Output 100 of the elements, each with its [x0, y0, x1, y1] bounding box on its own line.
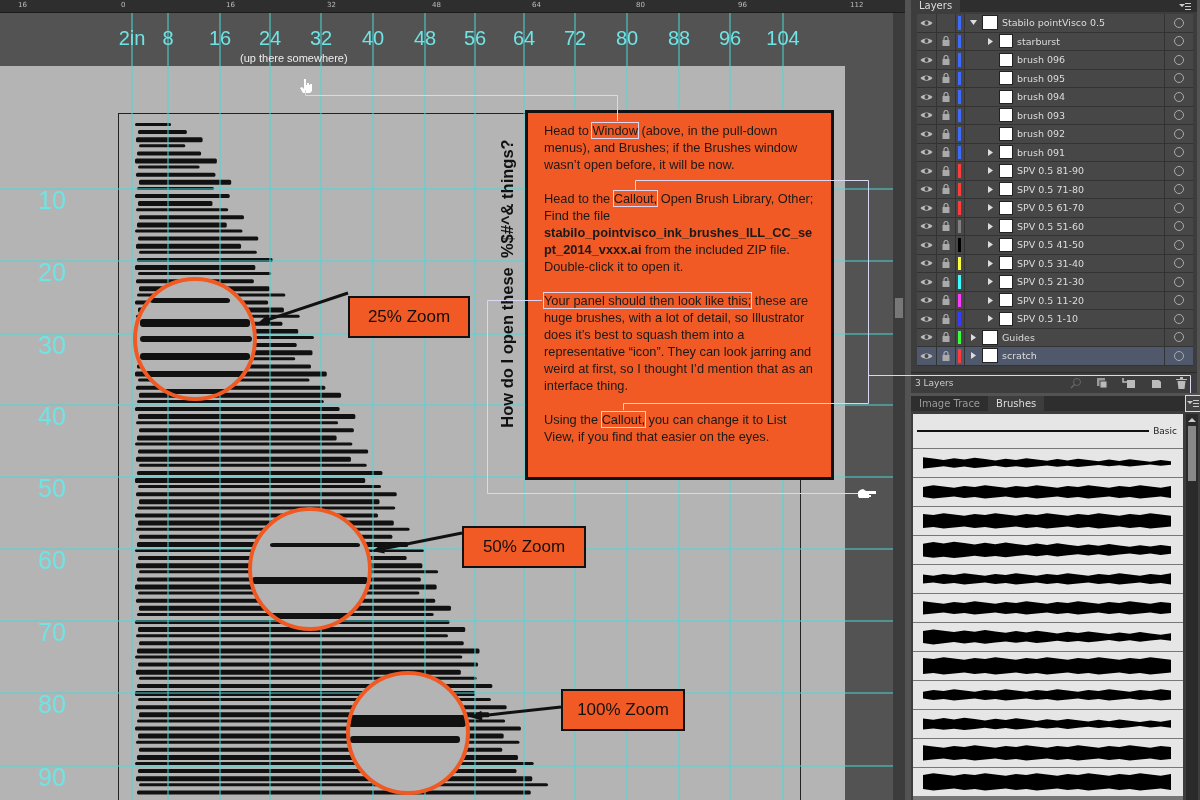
scroll-up-arrow-icon[interactable]: [1188, 416, 1196, 423]
brush-swatch[interactable]: [913, 651, 1183, 680]
brush-swatch[interactable]: [913, 448, 1183, 477]
scrollbar[interactable]: [1186, 413, 1198, 800]
eye-icon[interactable]: [920, 240, 933, 249]
lock-icon[interactable]: [942, 147, 950, 158]
scrollbar[interactable]: [893, 13, 905, 800]
layer-row[interactable]: scratch: [917, 347, 1193, 366]
eye-icon[interactable]: [920, 203, 933, 212]
panel-menu-icon[interactable]: [1187, 399, 1199, 407]
eye-icon[interactable]: [920, 148, 933, 157]
eye-icon[interactable]: [920, 92, 933, 101]
expand-triangle-icon[interactable]: [987, 278, 994, 286]
expand-triangle-icon[interactable]: [970, 352, 977, 360]
layer-row[interactable]: brush 094: [917, 88, 1193, 107]
eye-icon[interactable]: [920, 277, 933, 286]
eye-icon[interactable]: [920, 129, 933, 138]
lock-icon[interactable]: [942, 165, 950, 176]
eye-icon[interactable]: [920, 166, 933, 175]
lock-icon[interactable]: [942, 239, 950, 250]
layer-row[interactable]: brush 092: [917, 125, 1193, 144]
layer-name: SPV 0.5 41-50: [1017, 239, 1084, 251]
lock-icon[interactable]: [942, 91, 950, 102]
brush-swatch[interactable]: [913, 564, 1183, 593]
layer-name: SPV 0.5 11-20: [1017, 294, 1084, 306]
brush-swatch[interactable]: [913, 709, 1183, 738]
layer-row[interactable]: SPV 0.5 81-90: [917, 162, 1193, 181]
expand-triangle-icon[interactable]: [987, 222, 994, 230]
lock-icon[interactable]: [942, 350, 950, 361]
eye-icon[interactable]: [920, 296, 933, 305]
layer-row[interactable]: SPV 0.5 1-10: [917, 310, 1193, 329]
new-sublayer-icon[interactable]: [1122, 376, 1136, 389]
lock-icon[interactable]: [942, 110, 950, 121]
lock-icon[interactable]: [942, 295, 950, 306]
brush-swatch[interactable]: [913, 506, 1183, 535]
expand-triangle-icon[interactable]: [987, 185, 994, 193]
guide-label: 72: [562, 26, 588, 51]
eye-icon[interactable]: [920, 222, 933, 231]
eye-icon[interactable]: [920, 351, 933, 360]
lock-icon[interactable]: [942, 36, 950, 47]
guide-label: 48: [412, 26, 438, 51]
lock-icon[interactable]: [942, 73, 950, 84]
layer-row[interactable]: SPV 0.5 21-30: [917, 273, 1193, 292]
layer-row[interactable]: SPV 0.5 41-50: [917, 236, 1193, 255]
eye-icon[interactable]: [920, 111, 933, 120]
expand-triangle-icon[interactable]: [970, 333, 977, 341]
layer-thumbnail: [999, 182, 1013, 197]
layer-thumbnail: [999, 200, 1013, 215]
eye-icon[interactable]: [920, 74, 933, 83]
brush-swatch[interactable]: [913, 680, 1183, 709]
layer-thumbnail: [999, 237, 1013, 252]
lock-icon[interactable]: [942, 128, 950, 139]
lock-icon[interactable]: [942, 276, 950, 287]
eye-icon[interactable]: [920, 333, 933, 342]
brush-swatch[interactable]: [913, 622, 1183, 651]
expand-triangle-icon[interactable]: [987, 296, 994, 304]
expand-triangle-icon[interactable]: [987, 259, 994, 267]
guide-label: 70: [37, 617, 67, 647]
brush-swatch[interactable]: Basic: [913, 413, 1183, 448]
expand-triangle-icon[interactable]: [987, 315, 994, 323]
lock-icon[interactable]: [942, 258, 950, 269]
expand-triangle-icon[interactable]: [970, 19, 977, 27]
lock-icon[interactable]: [942, 221, 950, 232]
expand-triangle-icon[interactable]: [987, 204, 994, 212]
clip-mask-icon[interactable]: [1096, 376, 1108, 389]
brush-swatch[interactable]: [913, 738, 1183, 767]
zoom-label: 25% Zoom: [348, 296, 470, 338]
brush-swatch[interactable]: [913, 593, 1183, 622]
expand-triangle-icon[interactable]: [987, 148, 994, 156]
scrollbar-thumb[interactable]: [1188, 425, 1196, 481]
eye-icon[interactable]: [920, 55, 933, 64]
panel-menu-icon[interactable]: [1179, 2, 1191, 10]
brush-swatch[interactable]: [913, 535, 1183, 564]
eye-icon[interactable]: [920, 18, 933, 27]
lock-icon[interactable]: [942, 54, 950, 65]
expand-triangle-icon[interactable]: [987, 37, 994, 45]
pointing-hand-icon: [300, 79, 312, 93]
brush-swatch[interactable]: [913, 767, 1183, 796]
eye-icon[interactable]: [920, 314, 933, 323]
scrollbar-thumb[interactable]: [895, 298, 903, 318]
lock-icon[interactable]: [942, 332, 950, 343]
layer-row[interactable]: brush 096: [917, 51, 1193, 70]
lock-icon[interactable]: [942, 184, 950, 195]
eye-icon[interactable]: [920, 37, 933, 46]
lock-icon[interactable]: [942, 313, 950, 324]
expand-triangle-icon[interactable]: [987, 167, 994, 175]
layer-name: SPV 0.5 81-90: [1017, 165, 1084, 177]
panel-menu-button[interactable]: [1186, 395, 1200, 411]
layers-tab[interactable]: Layers: [911, 0, 961, 12]
eye-icon[interactable]: [920, 259, 933, 268]
layer-row[interactable]: SPV 0.5 61-70: [917, 199, 1193, 218]
trash-icon[interactable]: [1176, 376, 1187, 389]
expand-triangle-icon[interactable]: [987, 241, 994, 249]
eye-icon[interactable]: [920, 185, 933, 194]
guide-label: 64: [511, 26, 537, 51]
lock-icon[interactable]: [942, 202, 950, 213]
panel-tab[interactable]: Brushes: [988, 395, 1045, 411]
layer-thumbnail: [999, 219, 1013, 234]
layer-row[interactable]: Stabilo pointVisco 0.5: [917, 14, 1193, 33]
brush-swatch[interactable]: [913, 477, 1183, 506]
